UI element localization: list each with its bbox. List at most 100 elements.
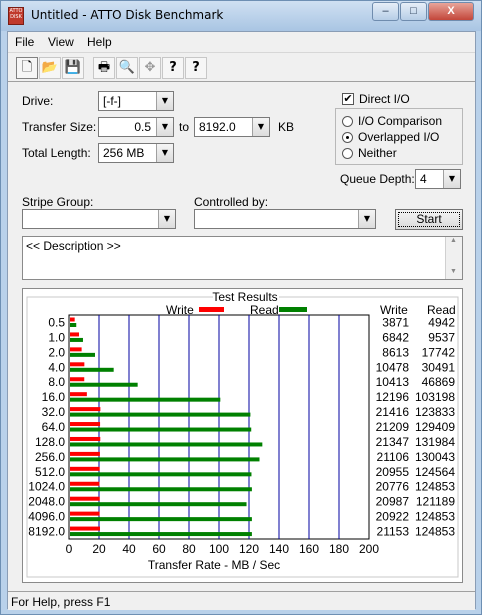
- chevron-down-icon[interactable]: ▼: [252, 118, 269, 136]
- print-preview-icon[interactable]: 🔍: [116, 57, 138, 79]
- stripe-group-select[interactable]: ▼: [22, 209, 176, 229]
- read-value: 123833: [415, 405, 455, 419]
- controlled-by-select[interactable]: ▼: [194, 209, 376, 229]
- read-value: 124564: [415, 465, 455, 479]
- write-value: 3871: [382, 315, 409, 329]
- x-tick-label: 80: [182, 542, 196, 556]
- drive-select[interactable]: [-f-] ▼: [98, 91, 174, 111]
- description-box[interactable]: << Description >> ▲ ▼: [22, 236, 463, 280]
- x-tick-label: 60: [152, 542, 166, 556]
- write-value: 12196: [376, 390, 410, 404]
- to-label: to: [179, 120, 190, 134]
- atto-app-icon[interactable]: ATTO DISK: [8, 7, 24, 25]
- stripe-group-label: Stripe Group:: [22, 195, 94, 209]
- overlapped-io-label: Overlapped I/O: [358, 130, 440, 144]
- y-tick-label: 32.0: [42, 405, 66, 419]
- neither-label: Neither: [358, 146, 397, 160]
- write-value: 20987: [376, 495, 410, 509]
- write-bar: [70, 451, 100, 456]
- y-tick-label: 4.0: [48, 360, 65, 374]
- save-icon[interactable]: 💾: [62, 57, 84, 79]
- help-icon[interactable]: ?: [162, 57, 184, 79]
- status-text: For Help, press F1: [11, 595, 111, 609]
- io-comparison-radio[interactable]: [342, 116, 353, 127]
- test-results-panel: Test Results Write Read Write Read 0 20 40 60 80 1…: [22, 288, 463, 583]
- transfer-size-label: Transfer Size:: [22, 120, 97, 134]
- chevron-down-icon[interactable]: ▼: [443, 170, 460, 188]
- read-value: 124853: [415, 510, 455, 524]
- transfer-size-to-select[interactable]: 8192.0 ▼: [194, 117, 270, 137]
- neither-radio[interactable]: [342, 148, 353, 159]
- menu-help[interactable]: Help: [87, 35, 112, 49]
- read-bar: [70, 472, 252, 477]
- write-bar: [70, 481, 100, 486]
- legend-write-swatch: [199, 307, 224, 312]
- chevron-down-icon[interactable]: ▼: [358, 210, 375, 228]
- write-bar: [70, 407, 101, 412]
- chevron-down-icon[interactable]: ▼: [156, 118, 173, 136]
- chevron-down-icon[interactable]: ▼: [156, 92, 173, 110]
- open-icon[interactable]: 📂: [39, 57, 61, 79]
- read-value: 130043: [415, 450, 455, 464]
- read-value: 103198: [415, 390, 455, 404]
- chevron-down-icon[interactable]: ▼: [156, 144, 173, 162]
- move-icon[interactable]: ✥: [139, 57, 161, 79]
- y-tick-label: 128.0: [35, 435, 65, 449]
- new-icon[interactable]: 🗋: [16, 57, 38, 79]
- read-bar: [70, 442, 263, 447]
- read-bar: [70, 412, 251, 417]
- close-button[interactable]: X: [428, 2, 474, 21]
- x-tick-label: 160: [299, 542, 319, 556]
- write-bar: [70, 362, 85, 367]
- queue-depth-select[interactable]: 4 ▼: [415, 169, 461, 189]
- menu-view[interactable]: View: [48, 35, 74, 49]
- y-tick-label: 4096.0: [28, 510, 65, 524]
- read-bar: [70, 457, 260, 462]
- direct-io-label: Direct I/O: [359, 92, 410, 106]
- read-value: 4942: [428, 315, 455, 329]
- start-button[interactable]: Start: [395, 209, 463, 230]
- scroll-down-icon[interactable]: ▼: [450, 268, 457, 275]
- direct-io-checkbox[interactable]: ✔: [342, 93, 354, 105]
- write-bar: [70, 317, 75, 322]
- controlled-by-label: Controlled by:: [194, 195, 269, 209]
- write-value: 20776: [376, 480, 410, 494]
- y-tick-label: 2048.0: [28, 495, 65, 509]
- chevron-down-icon[interactable]: ▼: [158, 210, 175, 228]
- print-icon[interactable]: 🖶: [93, 57, 115, 79]
- write-bar: [70, 377, 85, 382]
- maximize-button[interactable]: □: [400, 2, 427, 21]
- transfer-size-from-value: 0.5: [134, 120, 151, 134]
- context-help-icon[interactable]: ?: [185, 57, 207, 79]
- overlapped-io-radio[interactable]: [342, 132, 353, 143]
- queue-depth-label: Queue Depth:: [340, 172, 415, 186]
- transfer-size-to-value: 8192.0: [199, 120, 236, 134]
- read-bar: [70, 337, 83, 342]
- x-tick-label: 40: [122, 542, 136, 556]
- client-area: File View Help 🗋 📂 💾 🖶 🔍 ✥ ? ? Drive: [-…: [7, 31, 476, 610]
- description-scrollbar[interactable]: ▲ ▼: [445, 237, 462, 279]
- legend-read-swatch: [279, 307, 307, 312]
- minimize-button[interactable]: –: [372, 2, 399, 21]
- x-tick-label: 100: [209, 542, 229, 556]
- total-length-select[interactable]: 256 MB ▼: [98, 143, 174, 163]
- write-bar: [70, 511, 100, 516]
- title-bar[interactable]: ATTO DISK Untitled - ATTO Disk Benchmark…: [1, 1, 481, 31]
- y-tick-label: 1024.0: [28, 480, 65, 494]
- total-length-label: Total Length:: [22, 146, 91, 160]
- read-value: 121189: [416, 495, 455, 509]
- results-title: Test Results: [212, 290, 277, 304]
- scroll-up-icon[interactable]: ▲: [450, 237, 457, 244]
- y-tick-label: 512.0: [35, 465, 65, 479]
- y-tick-label: 0.5: [48, 315, 65, 329]
- menu-file[interactable]: File: [15, 35, 34, 49]
- write-value: 10478: [376, 360, 410, 374]
- write-value: 21347: [376, 435, 410, 449]
- read-bar: [70, 517, 252, 522]
- write-bar: [70, 422, 101, 427]
- read-bar: [70, 502, 247, 507]
- write-bar: [70, 526, 100, 531]
- results-chart: Test ResultsWrite Read Write Read0 20 40 60 80 1…: [26, 290, 459, 578]
- transfer-size-from-select[interactable]: 0.5 ▼: [98, 117, 174, 137]
- y-tick-label: 64.0: [42, 420, 66, 434]
